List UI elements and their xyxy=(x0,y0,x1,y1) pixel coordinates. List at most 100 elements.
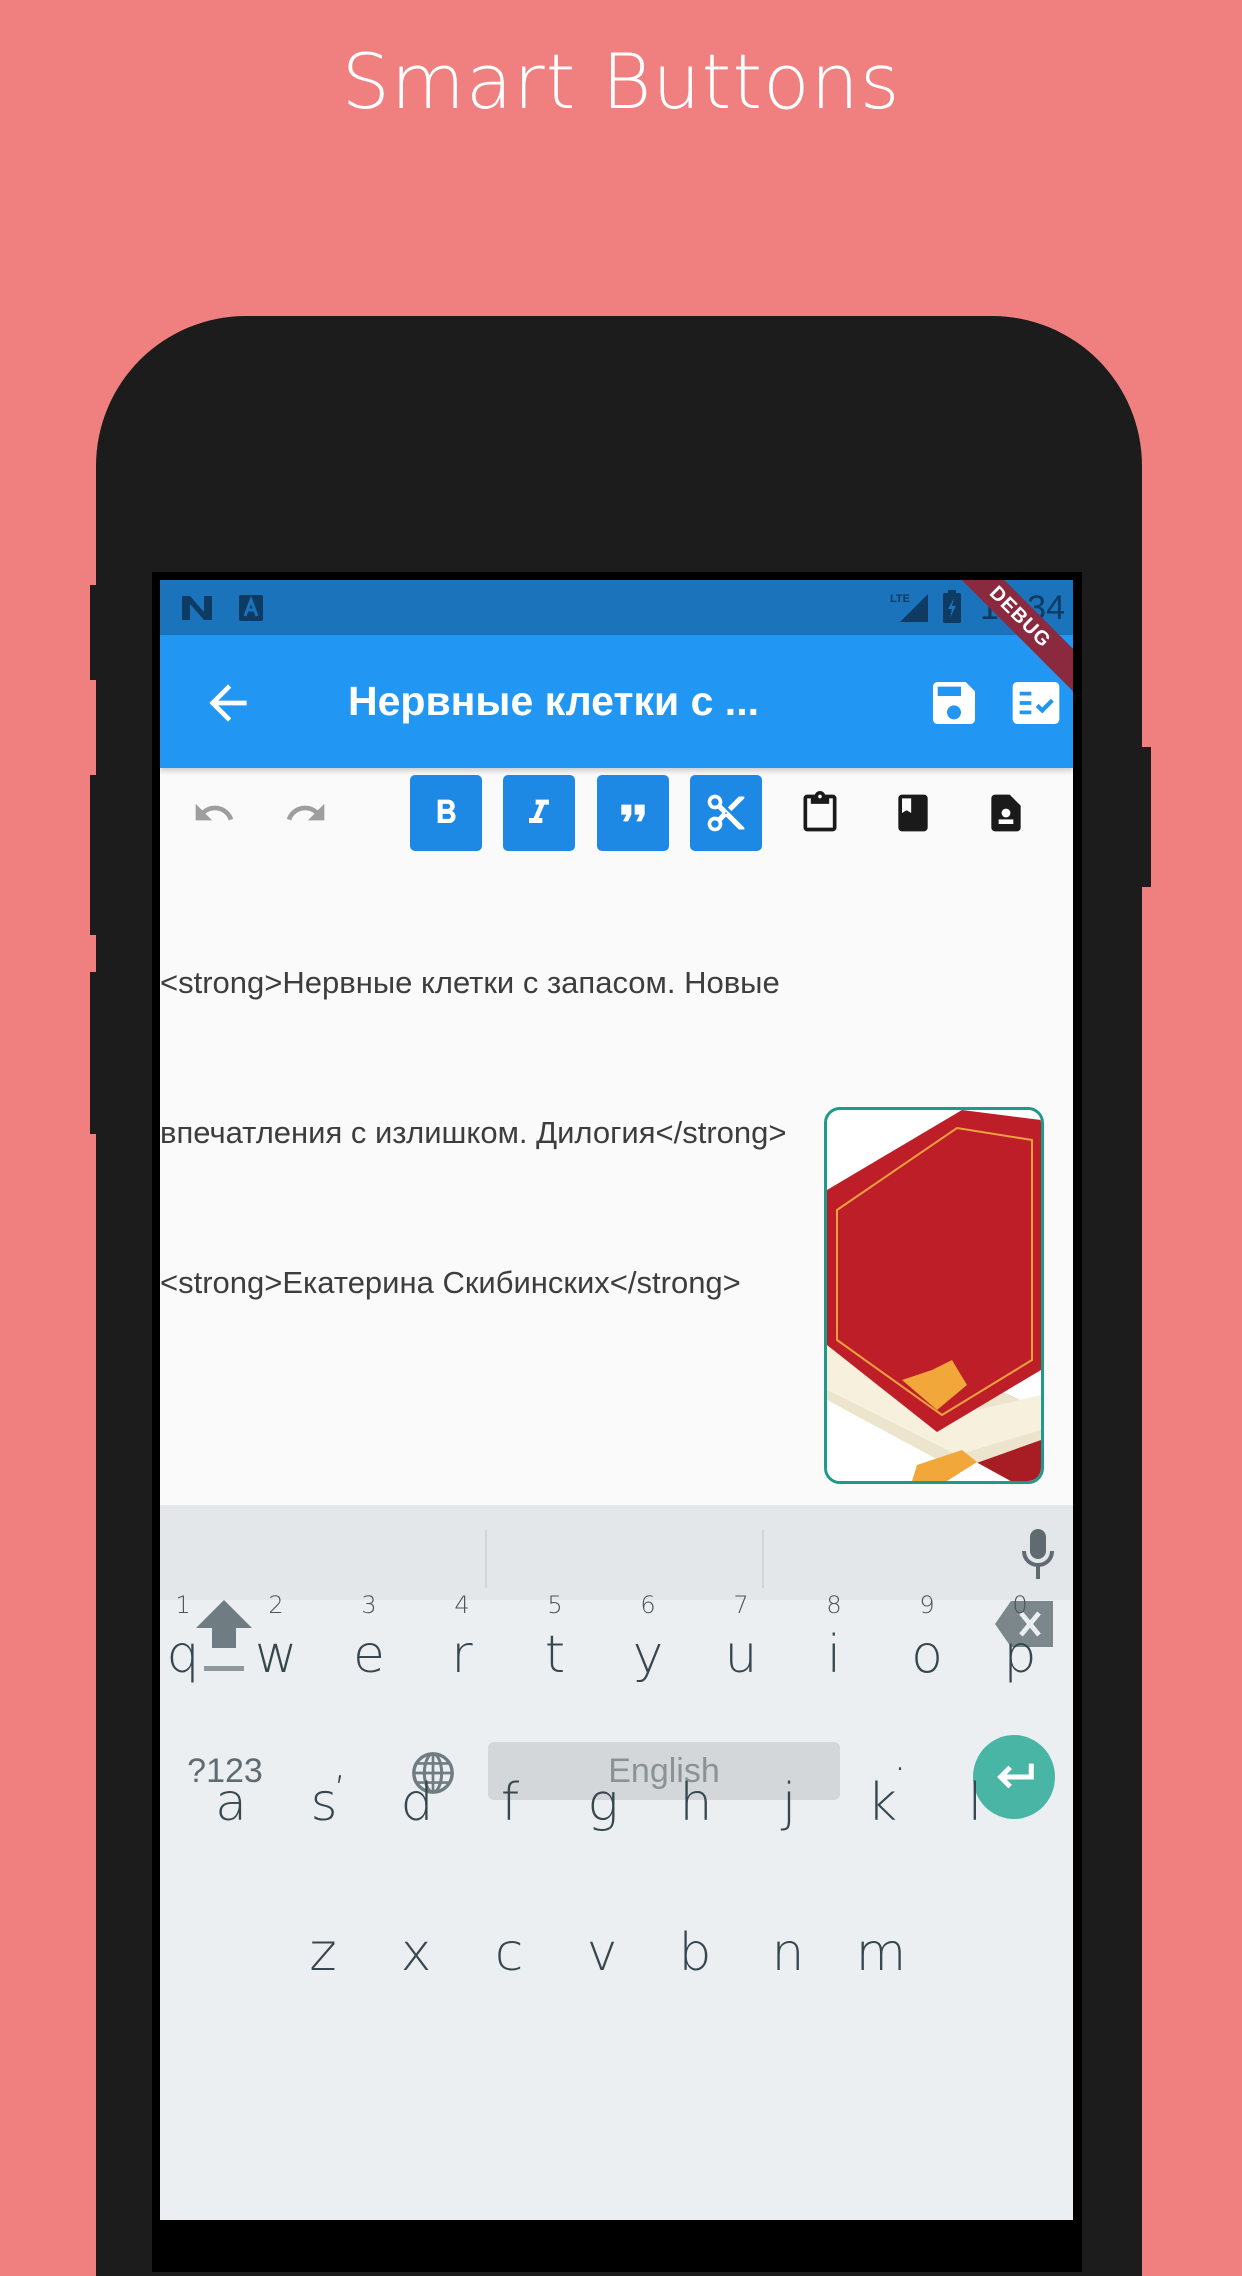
key-label: d xyxy=(400,1773,434,1833)
key-number-hint: 0 xyxy=(1012,1591,1028,1619)
suggestion-divider xyxy=(762,1530,764,1588)
key-v[interactable]: v xyxy=(567,1923,637,1983)
key-label: a xyxy=(215,1773,247,1833)
n-notification-icon xyxy=(180,594,214,627)
svg-text:LTE: LTE xyxy=(890,593,910,605)
key-m[interactable]: m xyxy=(846,1923,916,1983)
key-number-hint: 6 xyxy=(640,1591,656,1619)
a-notification-icon xyxy=(238,594,264,627)
clipboard-icon xyxy=(803,791,837,832)
key-number-hint: 2 xyxy=(268,1591,284,1619)
key-w[interactable]: w2 xyxy=(241,1591,311,1685)
key-e[interactable]: e3 xyxy=(334,1591,404,1685)
key-label: v xyxy=(586,1923,618,1983)
page-title: Нервные клетки с ... xyxy=(348,678,759,724)
checklist-button[interactable] xyxy=(1008,675,1064,731)
key-label: o xyxy=(911,1625,943,1685)
app-bar: Нервные клетки с ... xyxy=(160,635,1073,768)
save-button[interactable] xyxy=(926,675,982,731)
key-label: t xyxy=(544,1625,566,1685)
key-label: y xyxy=(632,1625,664,1685)
key-j[interactable]: j xyxy=(754,1773,824,1833)
battery-charging-icon xyxy=(942,590,962,629)
book-button[interactable] xyxy=(877,775,949,851)
quote-icon xyxy=(621,804,645,822)
undo-icon xyxy=(195,803,234,821)
key-k[interactable]: k xyxy=(847,1773,917,1833)
key-r[interactable]: r4 xyxy=(427,1591,497,1685)
key-label: r xyxy=(451,1625,473,1685)
key-label: n xyxy=(771,1923,805,1983)
key-label: w xyxy=(254,1625,298,1685)
undo-button[interactable] xyxy=(178,775,250,851)
key-number-hint: 3 xyxy=(361,1591,377,1619)
promo-title: Smart Buttons xyxy=(341,37,901,126)
key-x[interactable]: x xyxy=(381,1923,451,1983)
paste-button[interactable] xyxy=(784,775,856,851)
key-label: c xyxy=(494,1923,524,1983)
book-icon xyxy=(898,794,928,832)
save-icon xyxy=(933,682,975,724)
suggestion-divider xyxy=(485,1530,487,1588)
key-label: u xyxy=(724,1625,758,1685)
key-h[interactable]: h xyxy=(661,1773,731,1833)
contact-file-button[interactable] xyxy=(970,775,1042,851)
phone-side-button xyxy=(1140,747,1151,887)
arrow-left-icon xyxy=(209,684,247,722)
key-f[interactable]: f xyxy=(475,1773,545,1833)
redo-button[interactable] xyxy=(270,775,342,851)
key-u[interactable]: u7 xyxy=(706,1591,776,1685)
key-p[interactable]: p0 xyxy=(985,1591,1055,1685)
key-b[interactable]: b xyxy=(660,1923,730,1983)
key-q[interactable]: q1 xyxy=(160,1591,218,1685)
key-label: b xyxy=(678,1923,712,1983)
key-number-hint: 8 xyxy=(826,1591,842,1619)
key-label: i xyxy=(826,1625,842,1685)
key-d[interactable]: d xyxy=(382,1773,452,1833)
key-s[interactable]: s xyxy=(289,1773,359,1833)
italic-button[interactable] xyxy=(503,775,575,851)
status-bar: LTE 10:34 xyxy=(160,580,1073,635)
key-label: h xyxy=(679,1773,713,1833)
scissors-icon xyxy=(707,794,745,832)
key-label: s xyxy=(310,1773,338,1833)
key-o[interactable]: o9 xyxy=(892,1591,962,1685)
key-i[interactable]: i8 xyxy=(799,1591,869,1685)
key-n[interactable]: n xyxy=(753,1923,823,1983)
cut-button[interactable] xyxy=(690,775,762,851)
key-t[interactable]: t5 xyxy=(520,1591,590,1685)
key-c[interactable]: c xyxy=(474,1923,544,1983)
key-a[interactable]: a xyxy=(196,1773,266,1833)
bold-button[interactable] xyxy=(410,775,482,851)
key-label: g xyxy=(587,1773,619,1833)
key-label: m xyxy=(855,1923,907,1983)
key-label: p xyxy=(1003,1625,1037,1685)
key-number-hint: 4 xyxy=(454,1591,470,1619)
key-z[interactable]: z xyxy=(288,1923,358,1983)
key-label: j xyxy=(781,1773,797,1833)
key-l[interactable]: l xyxy=(940,1773,1010,1833)
phone-side-button xyxy=(90,585,98,680)
lte-signal-icon: LTE xyxy=(890,590,930,629)
key-label: k xyxy=(866,1773,898,1833)
suggestion-strip xyxy=(160,1505,1073,1600)
microphone-button[interactable] xyxy=(1018,1527,1058,1586)
phone-screen: LTE 10:34 Нервные клетки с ... DEBUG xyxy=(160,580,1073,2220)
key-number-hint: 5 xyxy=(547,1591,563,1619)
key-label: e xyxy=(353,1625,385,1685)
key-y[interactable]: y6 xyxy=(613,1591,683,1685)
back-button[interactable] xyxy=(200,675,256,731)
bold-icon xyxy=(437,799,456,823)
key-number-hint: 9 xyxy=(919,1591,935,1619)
key-number-hint: 1 xyxy=(175,1591,191,1619)
book-cover-image[interactable] xyxy=(824,1107,1044,1484)
phone-side-button xyxy=(90,775,98,935)
quote-button[interactable] xyxy=(597,775,669,851)
key-label: l xyxy=(967,1773,983,1833)
phone-side-button xyxy=(90,972,98,1134)
key-g[interactable]: g xyxy=(568,1773,638,1833)
contact-file-icon xyxy=(991,794,1021,832)
key-number-hint: 7 xyxy=(733,1591,749,1619)
key-label: q xyxy=(166,1625,200,1685)
red-book-illustration xyxy=(827,1110,1041,1481)
